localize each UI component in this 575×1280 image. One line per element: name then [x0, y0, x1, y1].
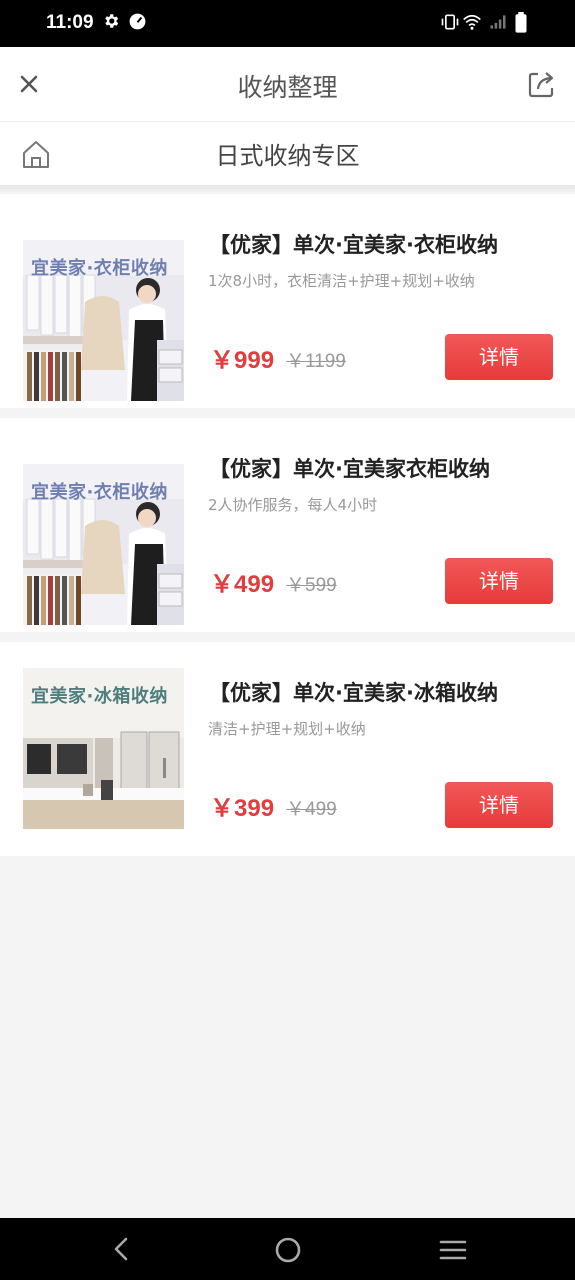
divider [0, 185, 575, 193]
menu-icon[interactable] [438, 1237, 468, 1263]
product-image: 宜美家·衣柜收纳 [23, 240, 184, 401]
details-button[interactable]: 详情 [445, 558, 553, 604]
product-description: 清洁+护理+规划+收纳 [208, 720, 366, 738]
share-icon[interactable] [524, 67, 558, 101]
image-caption: 宜美家·衣柜收纳 [31, 258, 168, 279]
status-bar: 11:09 [0, 0, 575, 47]
section-header: 日式收纳专区 [0, 121, 575, 185]
status-time: 11:09 [46, 12, 94, 33]
product-card[interactable]: 宜美家·衣柜收纳 【优家】单次·宜美家衣柜收纳 2人协作服务，每人4小时 ￥49… [0, 418, 575, 632]
product-card[interactable]: 宜美家·衣柜收纳 【优家】单次·宜美家·衣柜收纳 1次8小时，衣柜清洁+护理+规… [0, 194, 575, 408]
product-title[interactable]: 【优家】单次·宜美家衣柜收纳 [209, 453, 539, 483]
product-image: 宜美家·衣柜收纳 [23, 464, 184, 625]
product-description: 1次8小时，衣柜清洁+护理+规划+收纳 [208, 272, 475, 290]
product-description: 2人协作服务，每人4小时 [208, 496, 378, 514]
product-original-price: ￥499 [286, 799, 337, 820]
product-price: ￥999 [210, 347, 275, 374]
section-title: 日式收纳专区 [215, 142, 360, 170]
settings-icon [105, 14, 119, 28]
product-card[interactable]: 宜美家·冰箱收纳 【优家】单次·宜美家·冰箱收纳 清洁+护理+规划+收纳 ￥39… [0, 642, 575, 856]
page-title: 收纳整理 [237, 73, 338, 102]
product-image: 宜美家·冰箱收纳 [23, 668, 184, 829]
speedometer-icon [129, 13, 146, 30]
product-title[interactable]: 【优家】单次·宜美家·衣柜收纳 [209, 229, 539, 259]
details-button[interactable]: 详情 [445, 782, 553, 828]
home-circle-icon[interactable] [273, 1235, 303, 1265]
wifi-icon [463, 14, 481, 30]
product-price: ￥499 [210, 571, 275, 598]
vibrate-icon [441, 14, 459, 30]
image-caption: 宜美家·衣柜收纳 [31, 482, 168, 503]
product-price: ￥399 [210, 795, 275, 822]
details-button[interactable]: 详情 [445, 334, 553, 380]
app-header: 收纳整理 [0, 47, 575, 121]
back-icon[interactable] [108, 1235, 136, 1263]
battery-icon [515, 12, 527, 33]
signal-icon [490, 15, 506, 29]
product-original-price: ￥1199 [286, 351, 346, 372]
image-caption: 宜美家·冰箱收纳 [31, 686, 168, 707]
system-nav-bar [0, 1218, 575, 1280]
product-title[interactable]: 【优家】单次·宜美家·冰箱收纳 [209, 677, 539, 707]
product-original-price: ￥599 [286, 575, 337, 596]
